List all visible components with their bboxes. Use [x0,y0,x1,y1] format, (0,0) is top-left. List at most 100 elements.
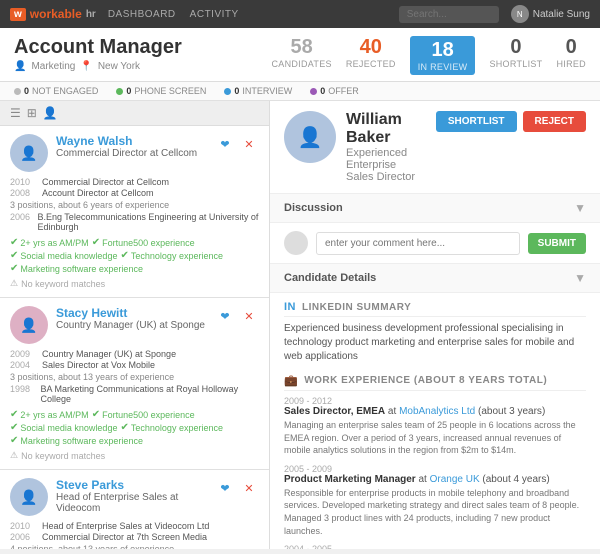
list-view-icon[interactable]: ☰ [10,106,21,120]
top-navigation: w workablehr DASHBOARD ACTIVITY N Natali… [0,0,600,28]
card-tags-0: ✔2+ yrs as AM/PM ✔Fortune500 experience … [10,236,259,275]
linkedin-summary-section: in LINKEDIN SUMMARY Experienced business… [284,301,586,364]
stat-hired-num: 0 [556,36,586,59]
card-header-0: 👤 Wayne Walsh Commercial Director at Cel… [10,134,259,172]
tag-0-3: Technology experience [131,251,223,261]
candidate-name-1: Stacy Hewitt [56,306,207,320]
shortlist-button[interactable]: SHORTLIST [436,111,517,132]
work-exp-title: 💼 WORK EXPERIENCE (about 8 years total) [284,374,586,391]
edu-text-0: B.Eng Telecommunications Engineering at … [37,212,259,232]
job-year-0-1: 2008 [10,188,38,198]
stat-inreview: 18 IN REVIEW [410,36,476,75]
commenter-avatar [284,231,308,255]
job-text-1-0: Country Manager (UK) at Sponge [42,349,176,359]
add-candidate-1[interactable]: ❤ [215,306,235,326]
grid-view-icon[interactable]: ⊞ [27,106,37,120]
details-toggle[interactable]: ▼ [574,271,586,285]
panel-actions: SHORTLIST REJECT [436,111,586,132]
reject-candidate-2[interactable]: ✕ [239,478,259,498]
stat-hired-label: HIRED [556,59,586,69]
page-header: Account Manager 👤 Marketing 📍 New York 5… [0,28,600,82]
pipeline-not-engaged: 0 NOT ENGAGED [14,86,98,96]
stat-inreview-num: 18 [418,39,468,62]
card-tags-1: ✔2+ yrs as AM/PM ✔Fortune500 experience … [10,408,259,447]
user-menu[interactable]: N Natalie Sung [511,5,590,23]
reject-button[interactable]: REJECT [523,111,586,132]
work-company-1[interactable]: Orange UK [430,474,480,485]
card-header-2: 👤 Steve Parks Head of Enterprise Sales a… [10,478,259,516]
edu-year-0: 2006 [10,212,33,222]
candidate-list: ☰ ⊞ 👤 👤 Wayne Walsh Commercial Director … [0,101,270,549]
logo-icon: w [10,8,26,21]
candidate-avatar-2: 👤 [10,478,48,516]
stat-candidates-num: 58 [271,36,331,59]
pipeline-interview: 0 INTERVIEW [224,86,292,96]
job-text-0-1: Account Director at Cellcom [42,188,154,198]
candidate-card-2[interactable]: 👤 Steve Parks Head of Enterprise Sales a… [0,470,269,549]
discussion-toggle[interactable]: ▼ [574,201,586,215]
app-logo: w workablehr [10,7,96,21]
job-stat-1: 3 positions, about 13 years of experienc… [10,372,259,382]
job-stat-2: 4 positions, about 13 years of experienc… [10,544,259,549]
breadcrumb-sep: 📍 [80,61,92,72]
job-text-1-1: Sales Director at Vox Mobile [42,360,155,370]
pipe-dot-phonescreen [116,88,123,95]
job-text-2-1: Commercial Director at 7th Screen Media [42,532,207,542]
breadcrumb: 👤 Marketing 📍 New York [14,61,182,72]
candidate-card-1[interactable]: 👤 Stacy Hewitt Country Manager (UK) at S… [0,298,269,470]
nav-dashboard[interactable]: DASHBOARD [108,9,176,20]
details-title: Candidate Details [284,272,376,284]
card-actions-1: ❤ ✕ [215,306,259,326]
tag-1-2: Social media knowledge [20,423,117,433]
add-candidate-0[interactable]: ❤ [215,134,235,154]
candidate-details-section: Candidate Details ▼ in LINKEDIN SUMMARY … [270,264,600,549]
card-info-0: Wayne Walsh Commercial Director at Cellc… [56,134,207,159]
pipe-num-offer: 0 [320,86,325,96]
work-item-1: 2005 - 2009 Product Marketing Manager at… [284,464,586,537]
tag-0-4: Marketing software experience [20,264,143,274]
job-year-1-0: 2009 [10,349,38,359]
edu-text-1: BA Marketing Communications at Royal Hol… [41,384,259,404]
card-header-1: 👤 Stacy Hewitt Country Manager (UK) at S… [10,306,259,344]
nav-activity[interactable]: ACTIVITY [190,9,239,20]
card-details-2: 2010Head of Enterprise Sales at Videocom… [10,521,259,549]
main-content: ☰ ⊞ 👤 👤 Wayne Walsh Commercial Director … [0,101,600,549]
briefcase-icon: 💼 [284,374,298,387]
reject-candidate-0[interactable]: ✕ [239,134,259,154]
job-year-2-0: 2010 [10,521,38,531]
submit-comment-button[interactable]: SUBMIT [528,233,586,254]
pipe-dot-notengaged [14,88,21,95]
candidate-title-2: Head of Enterprise Sales at Videocom [56,492,207,514]
search-input[interactable] [399,6,499,23]
work-item-2: 2004 - 2005 Pre-Sales Consultant at Sand… [284,544,586,549]
add-candidate-2[interactable]: ❤ [215,478,235,498]
pipe-num-phonescreen: 0 [126,86,131,96]
tag-1-4: Marketing software experience [20,436,143,446]
nav-links: DASHBOARD ACTIVITY [108,9,239,20]
logo-text: workable [30,7,82,21]
job-year-1-1: 2004 [10,360,38,370]
edu-year-1: 1998 [10,384,37,394]
pipeline-bar: 0 NOT ENGAGED 0 PHONE SCREEN 0 INTERVIEW… [0,82,600,101]
user-filter-icon[interactable]: 👤 [43,106,58,120]
candidate-title-1: Country Manager (UK) at Sponge [56,320,207,331]
stat-inreview-label: IN REVIEW [418,62,468,72]
breadcrumb-icon: 👤 [14,61,26,72]
tag-1-1: Fortune500 experience [102,410,195,420]
tag-1-3: Technology experience [131,423,223,433]
work-company-0[interactable]: MobAnalytics Ltd [399,406,475,417]
list-toolbar: ☰ ⊞ 👤 [0,101,269,126]
reject-candidate-1[interactable]: ✕ [239,306,259,326]
stat-candidates: 58 CANDIDATES [271,36,331,69]
discussion-section-header: Discussion ▼ [270,194,600,223]
candidate-card-0[interactable]: 👤 Wayne Walsh Commercial Director at Cel… [0,126,269,298]
tag-0-0: 2+ yrs as AM/PM [20,238,88,248]
breadcrumb-dept: Marketing [31,61,75,72]
work-dates-1: 2005 - 2009 [284,464,586,474]
candidate-title-0: Commercial Director at Cellcom [56,148,207,159]
selected-candidate-info: William Baker Experienced Enterprise Sal… [346,111,426,183]
comment-input[interactable] [316,232,520,255]
discussion-section: Discussion ▼ SUBMIT [270,194,600,264]
card-details-0: 2010Commercial Director at Cellcom 2008A… [10,177,259,289]
work-title-0: Sales Director, EMEA at MobAnalytics Ltd… [284,406,586,417]
